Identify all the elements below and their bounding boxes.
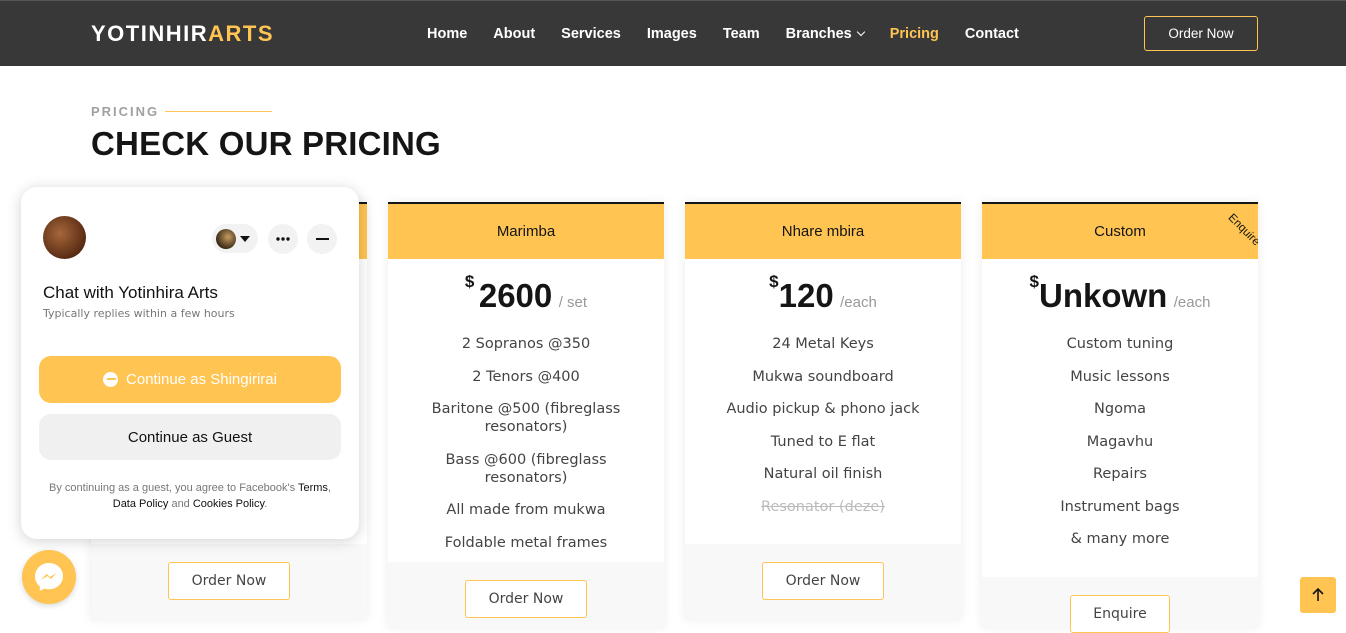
- top-navbar: YOTINHIRARTS Home About Services Images …: [0, 0, 1346, 66]
- order-now-button[interactable]: Order Now: [465, 580, 587, 618]
- pricing-card-header: Custom Enquire: [982, 204, 1258, 259]
- chat-response-time: Typically replies within a few hours: [43, 307, 235, 320]
- feature-list: 2 Sopranos @350 2 Tenors @400 Baritone @…: [388, 335, 664, 552]
- pricing-card-name: Custom: [1094, 223, 1146, 240]
- price-amount: Unkown: [1038, 277, 1168, 314]
- feature-item: Mukwa soundboard: [752, 368, 894, 385]
- feature-item: Repairs: [1093, 466, 1147, 482]
- price-unit: / set: [558, 294, 588, 311]
- currency-symbol: $: [1029, 271, 1039, 291]
- feature-item: Instrument bags: [1060, 498, 1180, 515]
- feature-item: Baritone @500 (fibreglass resonators): [431, 401, 621, 435]
- section-label-line: [165, 111, 272, 112]
- nav-team[interactable]: Team: [723, 26, 760, 42]
- pricing-card-header: Nhare mbira: [685, 204, 961, 259]
- enquire-button[interactable]: Enquire: [1070, 595, 1170, 633]
- more-options-icon[interactable]: [268, 224, 298, 254]
- feature-item: Audio pickup & phono jack: [726, 401, 920, 417]
- messenger-icon: [35, 563, 63, 591]
- price-unit: /each: [840, 294, 877, 311]
- feature-list: 24 Metal Keys Mukwa soundboard Audio pic…: [685, 335, 961, 516]
- feature-item: Magavhu: [1086, 433, 1154, 450]
- pricing-card-footer: Order Now: [685, 544, 961, 621]
- feature-item: 2 Sopranos @350: [461, 336, 591, 352]
- nav-about[interactable]: About: [493, 26, 535, 42]
- price: $ 2600 / set: [388, 272, 664, 317]
- nav-branches[interactable]: Branches: [785, 26, 865, 42]
- pricing-card-nhare-mbira: Nhare mbira $120 /each 24 Metal Keys Muk…: [685, 202, 961, 621]
- price-amount: 120: [778, 277, 834, 314]
- feature-item: Foldable metal frames: [444, 534, 608, 551]
- price: $120 /each: [685, 272, 961, 317]
- page-avatar: [43, 216, 86, 259]
- account-switcher[interactable]: [212, 224, 258, 253]
- continue-as-guest-button[interactable]: Continue as Guest: [39, 414, 341, 460]
- pricing-card-footer: Enquire: [982, 577, 1258, 633]
- user-avatar: [216, 228, 236, 249]
- chat-title: Chat with Yotinhira Arts: [43, 283, 218, 302]
- messenger-launcher-button[interactable]: [22, 550, 76, 604]
- nav-pricing[interactable]: Pricing: [890, 26, 939, 42]
- main-nav: Home About Services Images Team Branches…: [427, 1, 1045, 67]
- pricing-card-header: Marimba: [388, 204, 664, 259]
- legal-and: and: [168, 498, 193, 510]
- messenger-chat-popup: Chat with Yotinhira Arts Typically repli…: [21, 187, 359, 539]
- feature-item-unavailable: Resonator (deze): [761, 498, 885, 515]
- continue-as-user-button[interactable]: Continue as Shingirirai: [39, 356, 341, 403]
- feature-item: Natural oil finish: [763, 466, 883, 482]
- caret-down-icon: [240, 235, 250, 242]
- pricing-card-custom: Custom Enquire $Unkown /each Custom tuni…: [982, 202, 1258, 633]
- back-to-top-button[interactable]: [1300, 577, 1336, 613]
- feature-item: 24 Metal Keys: [772, 336, 874, 352]
- nav-images[interactable]: Images: [647, 26, 697, 42]
- currency-symbol: $: [769, 271, 779, 291]
- pricing-card-marimba: Marimba $ 2600 / set 2 Sopranos @350 2 T…: [388, 202, 664, 629]
- feature-item: Custom tuning: [1066, 336, 1174, 352]
- pricing-card-name: Marimba: [496, 223, 556, 240]
- logo[interactable]: YOTINHIRARTS: [91, 21, 274, 47]
- legal-comma: ,: [327, 482, 331, 494]
- nav-branches-label: Branches: [785, 26, 852, 42]
- data-policy-link[interactable]: Data Policy: [113, 498, 169, 510]
- feature-list: Custom tuning Music lessons Ngoma Magavh…: [982, 335, 1258, 548]
- price-unit: /each: [1173, 294, 1211, 311]
- feature-item: Music lessons: [1070, 368, 1170, 385]
- feature-item: 2 Tenors @400: [472, 368, 580, 385]
- order-now-button[interactable]: Order Now: [168, 562, 290, 600]
- chevron-down-icon: [856, 27, 865, 37]
- nav-services[interactable]: Services: [561, 26, 621, 42]
- pricing-card-footer: Order Now: [388, 562, 664, 629]
- feature-item: All made from mukwa: [446, 502, 606, 518]
- logo-text: YOTINHIR: [91, 21, 209, 46]
- price-amount: 2600: [478, 277, 553, 314]
- section-label: PRICING: [91, 104, 160, 119]
- logo-accent-text: ARTS: [208, 21, 275, 46]
- enquire-ribbon: Enquire: [1225, 211, 1258, 249]
- legal-notice: By continuing as a guest, you agree to F…: [35, 480, 345, 512]
- order-now-button[interactable]: Order Now: [762, 562, 884, 600]
- messenger-icon: [103, 372, 119, 387]
- terms-link[interactable]: Terms: [298, 482, 328, 494]
- cookies-policy-link[interactable]: Cookies Policy: [193, 498, 264, 510]
- section-title: CHECK OUR PRICING: [91, 125, 441, 162]
- legal-prefix: By continuing as a guest, you agree to F…: [49, 482, 298, 494]
- price: $Unkown /each: [982, 272, 1258, 317]
- nav-contact[interactable]: Contact: [965, 26, 1019, 42]
- minimize-icon[interactable]: [307, 224, 337, 254]
- feature-item: Bass @600 (fibreglass resonators): [445, 451, 607, 486]
- arrow-up-icon: [1312, 587, 1324, 601]
- pricing-card-name: Nhare mbira: [781, 223, 865, 240]
- feature-item: Ngoma: [1094, 401, 1146, 417]
- pricing-card-footer: Order Now: [91, 544, 367, 621]
- currency-symbol: $: [464, 271, 475, 291]
- legal-period: .: [264, 498, 268, 510]
- continue-as-user-label: Continue as Shingirirai: [126, 371, 277, 388]
- feature-item: & many more: [1070, 531, 1170, 547]
- header-order-button[interactable]: Order Now: [1144, 16, 1258, 51]
- feature-item: Tuned to E flat: [770, 433, 876, 450]
- nav-home[interactable]: Home: [427, 26, 467, 42]
